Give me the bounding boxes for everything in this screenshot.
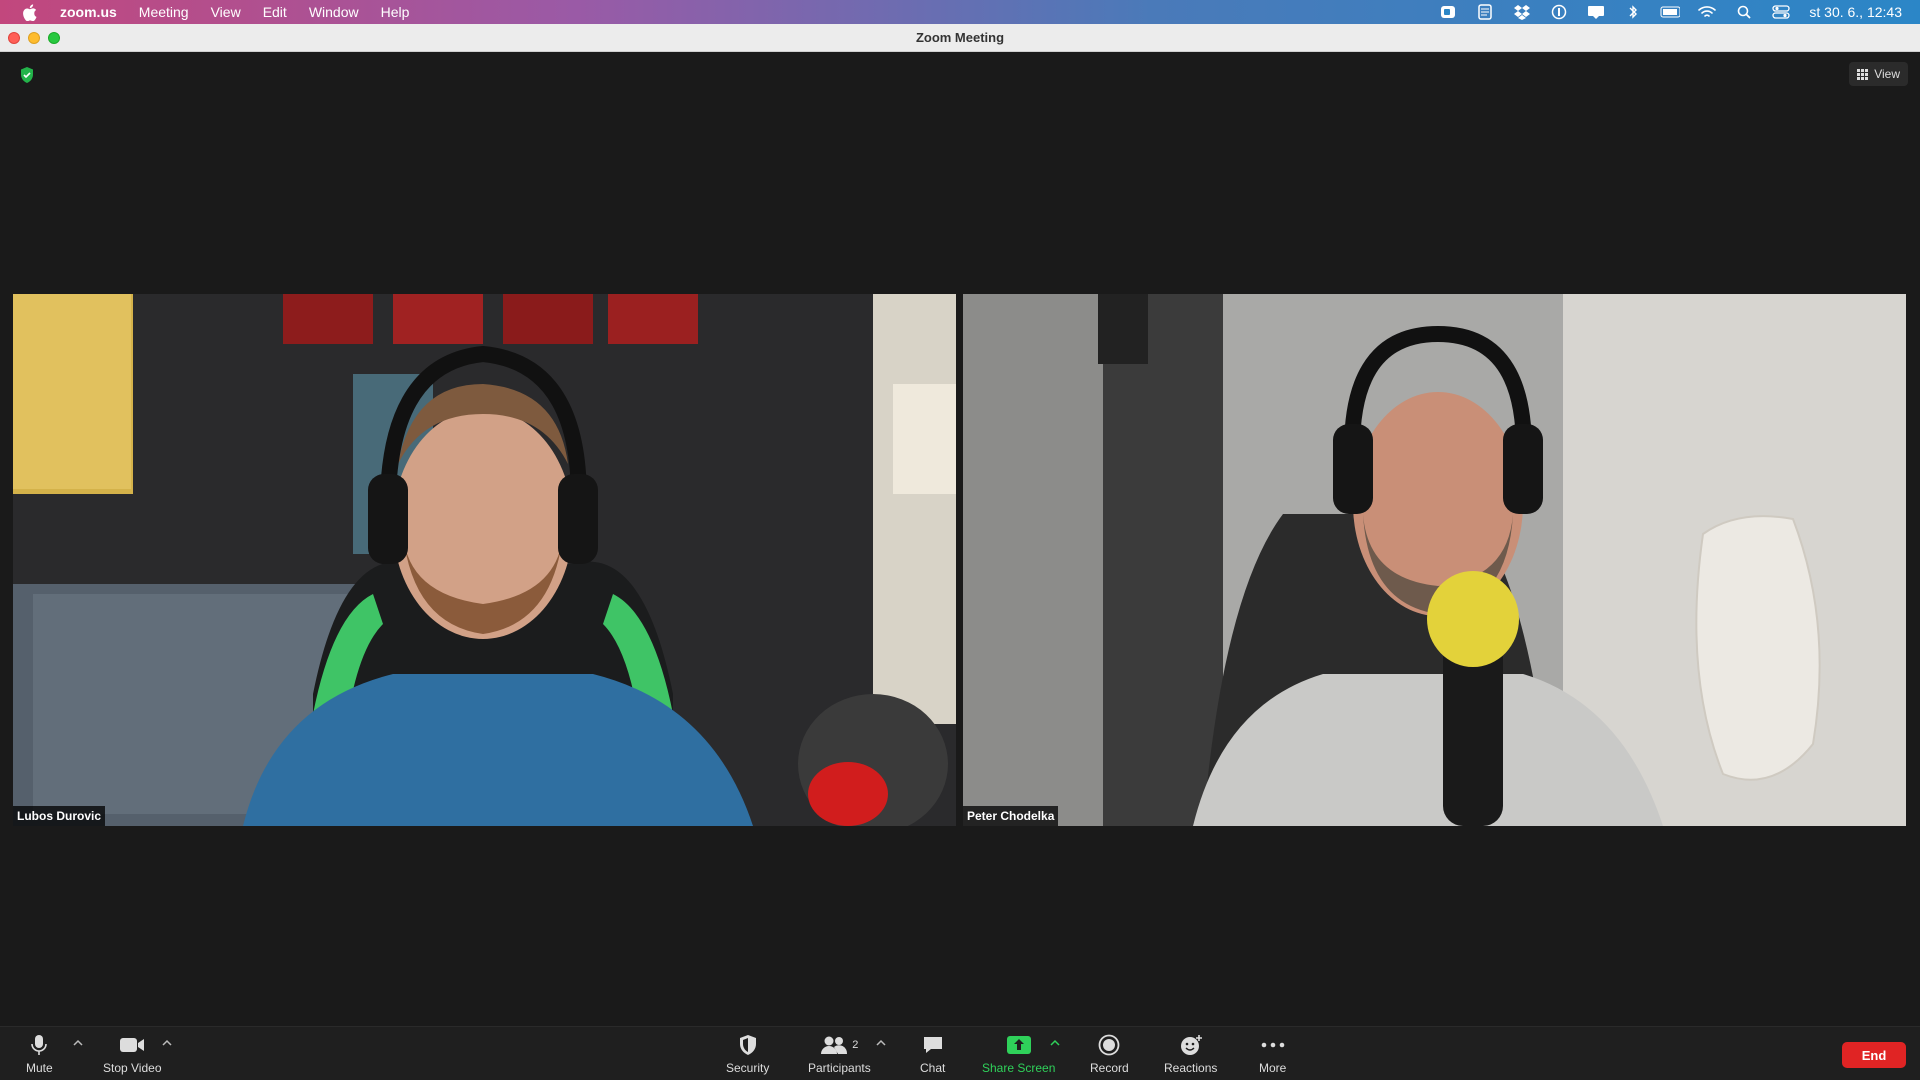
encryption-shield-icon[interactable] [19,66,35,84]
record-icon [1098,1034,1120,1056]
stop-video-label: Stop Video [103,1061,162,1075]
apple-menu-icon[interactable] [20,3,38,21]
menu-meeting[interactable]: Meeting [139,4,189,20]
battery-icon[interactable] [1660,4,1681,20]
chat-button[interactable]: Chat [920,1033,945,1077]
menu-edit[interactable]: Edit [263,4,287,20]
grid-icon [1857,68,1869,80]
participant-video-feed [963,294,1906,826]
participants-icon [821,1036,848,1054]
menu-window[interactable]: Window [309,4,359,20]
share-screen-label: Share Screen [982,1061,1056,1075]
zoom-icon[interactable] [1438,4,1458,20]
view-button[interactable]: View [1849,62,1908,86]
notification-icon[interactable] [1586,4,1606,20]
participants-count: 2 [852,1039,859,1051]
smiley-plus-icon [1180,1035,1202,1055]
reactions-label: Reactions [1164,1061,1218,1075]
spotlight-icon[interactable] [1734,4,1754,20]
record-button[interactable]: Record [1090,1033,1129,1077]
microphone-icon [31,1035,48,1055]
control-center-icon[interactable] [1771,4,1791,20]
chat-label: Chat [920,1061,946,1075]
meeting-stage: View Lubos Durovic Peter Chodelka [0,52,1920,1026]
share-screen-button[interactable]: Share Screen [982,1033,1055,1077]
video-tile-participant-2[interactable]: Peter Chodelka [963,294,1906,826]
minimize-window-button[interactable] [28,32,40,44]
meeting-toolbar: Mute Stop Video Security 2 Participants … [0,1026,1920,1080]
close-window-button[interactable] [8,32,20,44]
share-options-chevron-icon[interactable] [1050,1039,1060,1047]
video-tile-participant-1[interactable]: Lubos Durovic [13,294,956,826]
security-button[interactable]: Security [726,1033,769,1077]
bluetooth-icon[interactable] [1623,4,1643,20]
more-label: More [1259,1061,1287,1075]
reactions-button[interactable]: Reactions [1164,1033,1217,1077]
fullscreen-window-button[interactable] [48,32,60,44]
menu-help[interactable]: Help [381,4,410,20]
mute-button[interactable]: Mute [26,1033,53,1077]
traffic-lights [8,32,68,44]
chat-bubble-icon [923,1037,942,1053]
participants-options-chevron-icon[interactable] [876,1039,886,1047]
end-meeting-button[interactable]: End [1842,1042,1906,1068]
participant-name-tag: Peter Chodelka [963,806,1059,826]
participants-label: Participants [808,1061,871,1075]
wifi-icon[interactable] [1697,4,1717,20]
participant-name-tag: Lubos Durovic [13,806,106,826]
video-options-chevron-icon[interactable] [162,1039,172,1047]
window-titlebar: Zoom Meeting [0,24,1920,52]
stop-video-button[interactable]: Stop Video [103,1033,162,1077]
participant-video-feed [13,294,956,826]
window-title: Zoom Meeting [915,30,1005,45]
participants-button[interactable]: 2 Participants [808,1033,871,1077]
view-button-label: View [1874,67,1900,81]
menu-app-name[interactable]: zoom.us [60,4,117,20]
security-label: Security [726,1061,770,1075]
notes-icon[interactable] [1475,4,1495,20]
ellipsis-icon [1261,1042,1284,1048]
more-button[interactable]: More [1259,1033,1286,1077]
dropbox-icon[interactable] [1512,4,1532,20]
audio-options-chevron-icon[interactable] [73,1039,83,1047]
mute-label: Mute [26,1061,53,1075]
menu-view[interactable]: View [211,4,241,20]
record-label: Record [1090,1061,1129,1075]
macos-menubar: zoom.us Meeting View Edit Window Help st… [0,0,1920,24]
menubar-clock[interactable]: st 30. 6., 12:43 [1809,4,1902,20]
onepassword-icon[interactable] [1549,4,1569,20]
shield-icon [739,1035,756,1055]
share-screen-icon [1006,1036,1031,1054]
video-camera-icon [120,1038,145,1052]
